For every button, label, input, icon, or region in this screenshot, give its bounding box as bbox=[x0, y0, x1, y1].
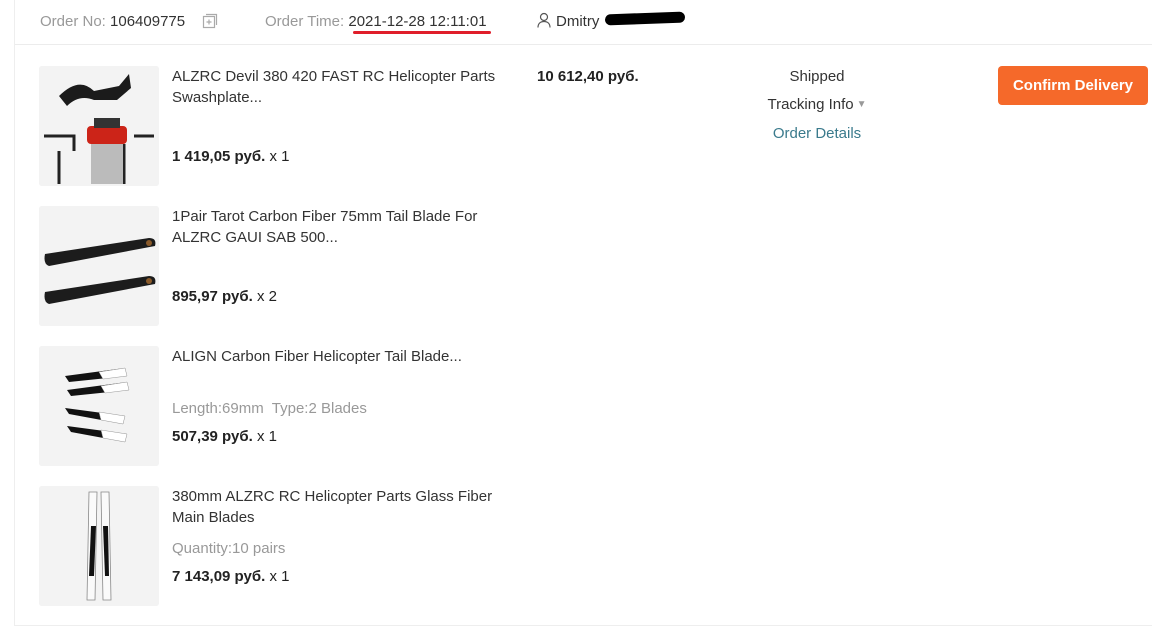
product-image-tail-blade[interactable] bbox=[39, 206, 159, 326]
order-number-label: Order No: bbox=[40, 13, 106, 30]
product-image-main-blades[interactable] bbox=[39, 486, 159, 606]
copy-icon[interactable] bbox=[202, 13, 218, 29]
user-icon bbox=[537, 12, 551, 28]
order-item: 1Pair Tarot Carbon Fiber 75mm Tail Blade… bbox=[39, 206, 519, 326]
product-title[interactable]: ALIGN Carbon Fiber Helicopter Tail Blade… bbox=[172, 346, 502, 367]
order-time-value: 2021-12-28 12:11:01 bbox=[348, 13, 487, 30]
quantity: x 1 bbox=[269, 568, 290, 585]
order-header: Order No: 106409775 Order Time: 2021-12-… bbox=[15, 0, 1152, 45]
order-number: Order No: 106409775 bbox=[40, 13, 185, 30]
order-item: 380mm ALZRC RC Helicopter Parts Glass Fi… bbox=[39, 486, 519, 606]
highlight-underline bbox=[353, 31, 491, 34]
product-image-align-tail-blades[interactable] bbox=[39, 346, 159, 466]
buyer-name: Dmitry bbox=[556, 13, 600, 30]
order-card: Order No: 106409775 Order Time: 2021-12-… bbox=[14, 0, 1152, 626]
product-image-swashplate[interactable] bbox=[39, 66, 159, 186]
order-number-value: 106409775 bbox=[110, 13, 186, 30]
item-price: 7 143,09 руб. x 1 bbox=[172, 568, 289, 585]
item-price: 1 419,05 руб. x 1 bbox=[172, 148, 289, 165]
tracking-info-toggle[interactable]: Tracking Info ▼ bbox=[757, 96, 877, 113]
order-time: Order Time: 2021-12-28 12:11:01 bbox=[265, 13, 487, 30]
product-attributes: Quantity:10 pairs bbox=[172, 540, 286, 557]
product-title[interactable]: ALZRC Devil 380 420 FAST RC Helicopter P… bbox=[172, 66, 502, 108]
quantity: x 2 bbox=[256, 288, 277, 305]
order-details-link[interactable]: Order Details bbox=[757, 125, 877, 142]
order-item: ALZRC Devil 380 420 FAST RC Helicopter P… bbox=[39, 66, 519, 186]
quantity: x 1 bbox=[269, 148, 290, 165]
order-total: 10 612,40 руб. bbox=[537, 68, 639, 85]
price-value: 895,97 руб. bbox=[172, 288, 253, 305]
order-item: ALIGN Carbon Fiber Helicopter Tail Blade… bbox=[39, 346, 519, 466]
order-status: Shipped bbox=[789, 68, 845, 85]
redaction-mark bbox=[604, 11, 686, 26]
product-title[interactable]: 1Pair Tarot Carbon Fiber 75mm Tail Blade… bbox=[172, 206, 502, 248]
caret-down-icon: ▼ bbox=[856, 99, 867, 110]
product-title[interactable]: 380mm ALZRC RC Helicopter Parts Glass Fi… bbox=[172, 486, 502, 528]
price-value: 7 143,09 руб. bbox=[172, 568, 266, 585]
item-price: 507,39 руб. x 1 bbox=[172, 428, 277, 445]
order-time-label: Order Time: bbox=[265, 13, 345, 30]
quantity: x 1 bbox=[256, 428, 277, 445]
product-attributes: Length:69mm Type:2 Blades bbox=[172, 400, 367, 417]
item-price: 895,97 руб. x 2 bbox=[172, 288, 277, 305]
confirm-delivery-button[interactable]: Confirm Delivery bbox=[998, 66, 1148, 105]
price-value: 1 419,05 руб. bbox=[172, 148, 266, 165]
tracking-info-label: Tracking Info bbox=[767, 96, 854, 113]
price-value: 507,39 руб. bbox=[172, 428, 253, 445]
